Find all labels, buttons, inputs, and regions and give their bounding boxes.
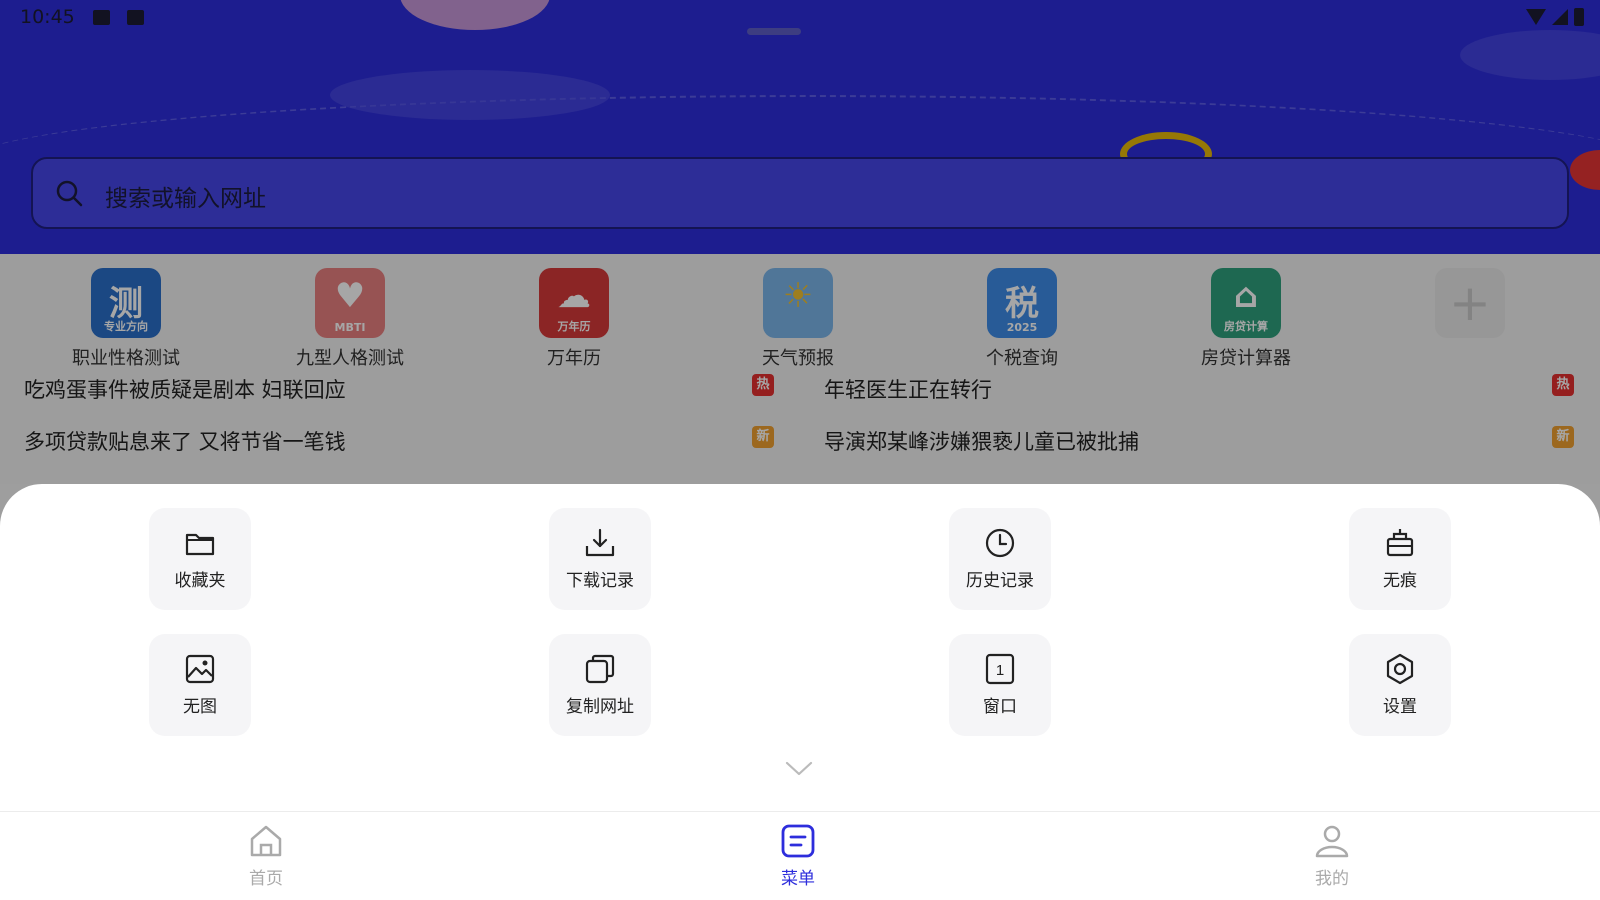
settings-icon xyxy=(1386,653,1414,685)
folder-icon xyxy=(185,533,215,556)
menu-history-button[interactable]: 历史记录 xyxy=(949,508,1051,610)
nav-profile[interactable]: 我的 xyxy=(1292,822,1372,889)
menu-no-image-button[interactable]: 无图 xyxy=(149,634,251,736)
window-icon: 1 xyxy=(985,653,1015,685)
menu-downloads-button[interactable]: 下载记录 xyxy=(549,508,651,610)
menu-favorites-button[interactable]: 收藏夹 xyxy=(149,508,251,610)
home-icon xyxy=(250,825,282,857)
copy-icon xyxy=(585,654,615,684)
profile-icon xyxy=(1315,825,1349,858)
window-count: 1 xyxy=(996,662,1004,679)
incognito-icon xyxy=(1386,529,1414,557)
collapse-chevron-icon[interactable] xyxy=(784,760,814,778)
menu-copy-url-button[interactable]: 复制网址 xyxy=(549,634,651,736)
nav-home[interactable]: 首页 xyxy=(226,822,306,889)
image-icon xyxy=(185,654,215,684)
menu-settings-button[interactable]: 设置 xyxy=(1349,634,1451,736)
bottom-nav: 首页 菜单 我的 xyxy=(0,811,1600,900)
menu-window-button[interactable]: 1 窗口 xyxy=(949,634,1051,736)
clock-icon xyxy=(985,528,1015,558)
nav-menu[interactable]: 菜单 xyxy=(758,822,838,889)
menu-icon xyxy=(781,824,815,858)
download-icon xyxy=(585,528,615,557)
menu-incognito-button[interactable]: 无痕 xyxy=(1349,508,1451,610)
